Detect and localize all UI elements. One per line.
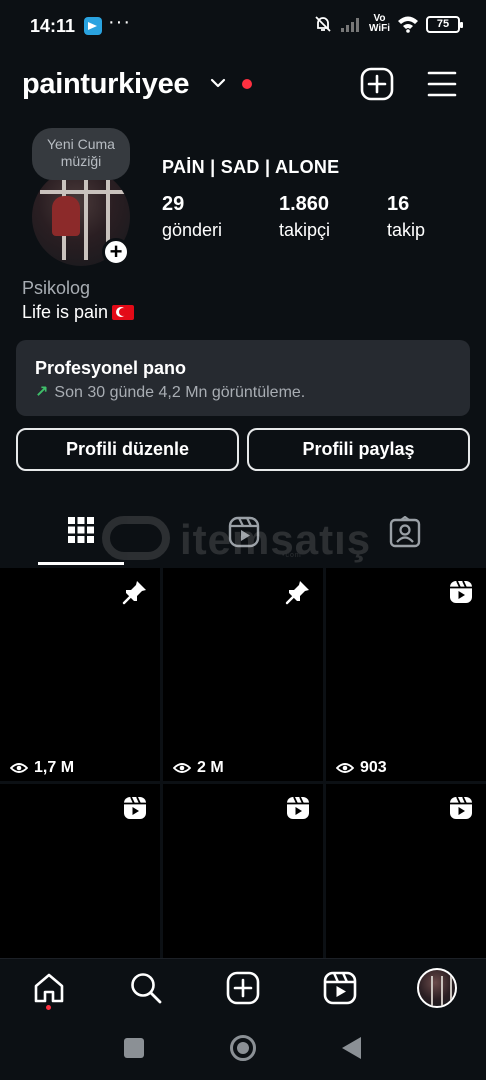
home-notification-dot [46, 1005, 51, 1010]
eye-icon [173, 763, 191, 773]
menu-icon[interactable] [427, 70, 457, 98]
notification-dot [242, 79, 252, 89]
grid-post[interactable]: 1,7 M [0, 568, 160, 781]
grid-post[interactable]: 903 [326, 568, 486, 781]
profile-display-name: PAİN | SAD | ALONE [162, 157, 340, 177]
mute-bell-icon [315, 16, 331, 32]
reel-icon [450, 796, 472, 819]
search-icon[interactable] [129, 971, 163, 1005]
active-tab-indicator [38, 562, 124, 565]
reels-icon[interactable] [323, 971, 357, 1005]
eye-icon [336, 763, 354, 773]
telegram-icon [84, 17, 102, 35]
grid-post[interactable]: 2 M [163, 568, 323, 781]
grid-icon[interactable] [67, 516, 95, 544]
note-bubble[interactable]: Yeni Cuma müziği [32, 128, 130, 180]
profile-header: painturkiyee [22, 64, 464, 108]
profile-tabs [0, 500, 486, 568]
create-button[interactable] [360, 67, 394, 101]
trend-up-icon: ↗ [35, 384, 49, 401]
profile-bio: Life is pain [22, 302, 135, 323]
stat-followers[interactable]: 1.860 takipçi [279, 193, 330, 241]
system-navigation [0, 1020, 486, 1080]
vowifi-label: Vo WiFi [368, 13, 390, 34]
add-story-button[interactable]: + [102, 238, 130, 266]
profile-avatar-nav[interactable] [417, 968, 457, 1008]
home-icon[interactable] [32, 971, 66, 1005]
status-bar: 14:11 ··· Vo WiFi 75 [0, 0, 486, 52]
pin-icon [122, 581, 146, 605]
edit-profile-button[interactable]: Profili düzenle [16, 428, 239, 471]
chevron-down-icon[interactable] [209, 76, 227, 90]
dashboard-title: Profesyonel pano [35, 358, 187, 378]
recent-apps-button[interactable] [124, 1038, 144, 1058]
status-time: 14:11 [30, 16, 76, 36]
grid-post[interactable] [0, 784, 160, 958]
profile-avatar[interactable]: + [32, 168, 130, 266]
view-count: 1,7 M [10, 759, 74, 777]
grid-post[interactable] [163, 784, 323, 958]
share-profile-button[interactable]: Profili paylaş [247, 428, 470, 471]
grid-post[interactable] [326, 784, 486, 958]
stat-following[interactable]: 16 takip [387, 193, 425, 241]
posts-grid: 1,7 M 2 M 903 [0, 568, 486, 958]
profile-category: Psikolog [22, 278, 91, 298]
cellular-signal-icon [340, 18, 359, 32]
professional-dashboard[interactable]: Profesyonel pano ↗ Son 30 günde 4,2 Mn gö… [16, 340, 470, 416]
view-count: 2 M [173, 759, 224, 777]
bottom-navigation [0, 958, 486, 1020]
wifi-icon [398, 16, 418, 33]
view-count: 903 [336, 759, 387, 777]
pin-icon [285, 581, 309, 605]
dashboard-subtitle: ↗ Son 30 günde 4,2 Mn görüntüleme. [35, 384, 306, 401]
reels-tab-icon[interactable] [228, 516, 260, 548]
turkey-flag-icon [112, 305, 135, 320]
eye-icon [10, 763, 28, 773]
tagged-icon[interactable] [389, 516, 421, 548]
more-notifications-icon: ··· [108, 11, 131, 33]
battery-indicator: 75 [426, 15, 463, 33]
create-icon[interactable] [226, 971, 260, 1005]
reel-icon [450, 580, 472, 603]
reel-icon [124, 796, 146, 819]
stat-posts[interactable]: 29 gönderi [162, 193, 222, 241]
account-switcher[interactable]: painturkiyee [22, 68, 190, 101]
home-button[interactable] [230, 1035, 256, 1061]
reel-icon [287, 796, 309, 819]
back-button[interactable] [342, 1037, 361, 1059]
